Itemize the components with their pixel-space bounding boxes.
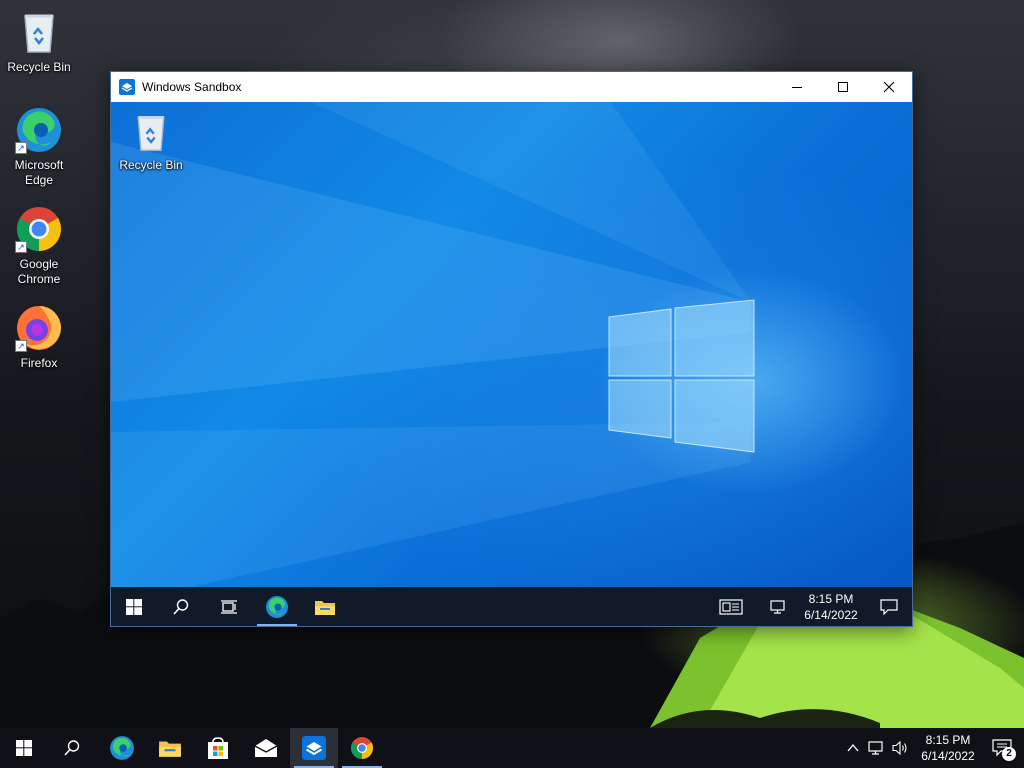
taskbar-edge-button[interactable]: [98, 728, 146, 768]
sandbox-desktop-icon-recycle-bin[interactable]: Recycle Bin: [113, 110, 189, 173]
speaker-icon: [892, 740, 907, 756]
taskbar-chrome-button[interactable]: [338, 728, 386, 768]
folder-icon: [315, 600, 335, 615]
clock-date: 6/14/2022: [921, 749, 975, 763]
chrome-icon: ↗: [15, 205, 63, 253]
sandbox-taskbar: 8:15 PM 6/14/2022: [111, 587, 912, 626]
host-clock[interactable]: 8:15 PM 6/14/2022: [916, 728, 980, 768]
desktop-icon-label: Recycle Bin: [119, 158, 183, 172]
search-button[interactable]: [48, 728, 96, 768]
maximize-button[interactable]: [820, 72, 866, 102]
close-button[interactable]: [866, 72, 912, 102]
volume-tray-button[interactable]: [888, 728, 912, 768]
windows-logo-wallpaper: [111, 102, 755, 587]
sandbox-window[interactable]: Windows Sandbox Recycle Bin 8:15 PM 6/14…: [110, 71, 913, 627]
close-icon: [883, 81, 895, 93]
minimize-button[interactable]: [774, 72, 820, 102]
taskbar-edge-button[interactable]: [253, 587, 301, 626]
folder-icon: [159, 741, 181, 757]
windows-logo: [608, 299, 755, 453]
clock-time: 8:15 PM: [925, 733, 971, 747]
clock-date: 6/14/2022: [804, 607, 858, 622]
search-icon: [64, 740, 80, 756]
windows-start-icon: [16, 740, 32, 756]
news-and-interests-button[interactable]: [710, 587, 752, 626]
action-center-button[interactable]: [866, 587, 912, 626]
desktop-icon-label: Microsoft Edge: [14, 158, 64, 187]
start-button[interactable]: [0, 728, 48, 768]
show-hidden-icons-button[interactable]: [842, 728, 864, 768]
chevron-up-icon: [847, 743, 859, 752]
desktop-icon-recycle-bin[interactable]: Recycle Bin: [1, 8, 77, 75]
windows-start-icon: [126, 598, 142, 615]
taskbar-sandbox-button[interactable]: [290, 728, 338, 768]
desktop-icon-microsoft-edge[interactable]: ↗ Microsoft Edge: [1, 106, 77, 188]
sandbox-clock[interactable]: 8:15 PM 6/14/2022: [796, 587, 866, 626]
network-tray-button[interactable]: [864, 728, 888, 768]
sandbox-app-icon: [302, 736, 326, 760]
task-view-icon: [221, 599, 237, 614]
minimize-icon: [792, 87, 802, 88]
search-button[interactable]: [157, 587, 205, 626]
desktop-icon-firefox[interactable]: ↗ Firefox: [1, 304, 77, 371]
firefox-icon: ↗: [15, 304, 63, 352]
desktop-icon-label: Google Chrome: [17, 257, 61, 286]
chrome-icon: [351, 737, 373, 759]
title-bar[interactable]: Windows Sandbox: [111, 72, 912, 102]
taskbar-file-explorer-button[interactable]: [146, 728, 194, 768]
edge-icon: [110, 736, 134, 760]
task-view-button[interactable]: [205, 587, 253, 626]
action-center-button[interactable]: 2: [980, 728, 1024, 768]
network-icon: [868, 741, 883, 755]
recycle-bin-icon: [15, 8, 63, 56]
desktop-icon-google-chrome[interactable]: ↗ Google Chrome: [1, 205, 77, 287]
desktop-icon-label: Recycle Bin: [7, 60, 71, 74]
network-icon: [770, 599, 785, 614]
store-icon: [208, 737, 228, 759]
host-taskbar: 8:15 PM 6/14/2022 2: [0, 728, 1024, 768]
network-tray-button[interactable]: [760, 587, 796, 626]
shortcut-arrow-icon: ↗: [15, 340, 27, 352]
notification-count-badge: 2: [1002, 747, 1016, 761]
shortcut-arrow-icon: ↗: [15, 142, 27, 154]
maximize-icon: [838, 82, 848, 92]
clock-time: 8:15 PM: [808, 591, 854, 606]
taskbar-mail-button[interactable]: [242, 728, 290, 768]
search-icon: [173, 598, 189, 615]
recycle-bin-icon: [129, 110, 173, 154]
notification-icon: [880, 598, 898, 615]
desktop-icon-label: Firefox: [20, 356, 58, 370]
sandbox-app-icon: [119, 79, 135, 95]
edge-icon: ↗: [15, 106, 63, 154]
window-title: Windows Sandbox: [142, 80, 242, 94]
taskbar-store-button[interactable]: [194, 728, 242, 768]
shortcut-arrow-icon: ↗: [15, 241, 27, 253]
sandbox-desktop[interactable]: Recycle Bin: [111, 102, 912, 587]
taskbar-file-explorer-button[interactable]: [301, 587, 349, 626]
mail-icon: [254, 739, 278, 757]
start-button[interactable]: [111, 587, 157, 626]
edge-icon: [266, 595, 288, 618]
news-icon: [719, 598, 743, 615]
